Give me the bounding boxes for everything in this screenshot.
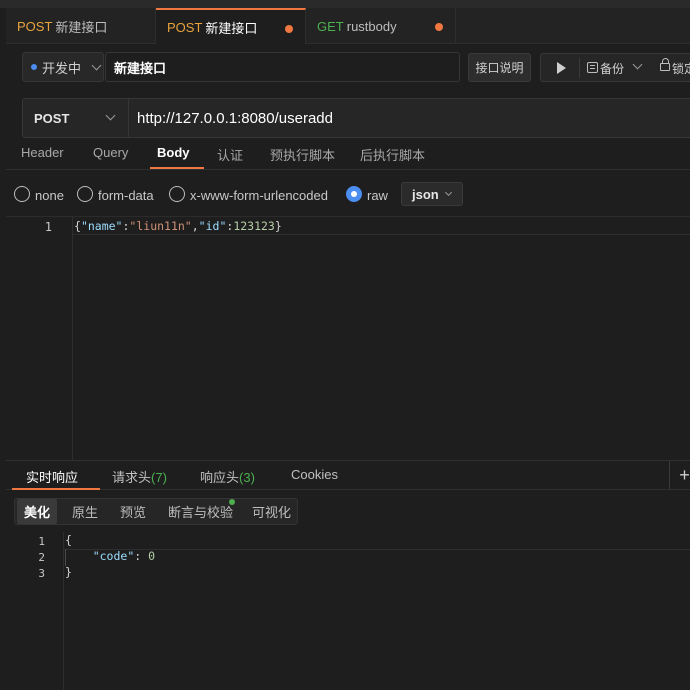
response-tabs: 实时响应 请求头(7) 响应头(3) Cookies + <box>6 460 690 490</box>
line-number: 3 <box>38 567 45 580</box>
code-token: } <box>65 565 72 579</box>
radio-x-www-form-urlencoded[interactable] <box>169 186 185 202</box>
active-tab-indicator <box>12 488 100 490</box>
tab-post-new-api-1[interactable]: POST 新建接口 <box>6 8 156 44</box>
status-label: 开发中 <box>42 60 82 76</box>
code-token: : <box>134 549 149 563</box>
code-line: "code": 0 <box>64 549 690 566</box>
count-badge: (3) <box>239 470 255 485</box>
tab-pre-script[interactable]: 预执行脚本 <box>270 145 335 164</box>
window-top-strip <box>0 0 690 8</box>
tab-beautify[interactable]: 美化 <box>17 499 57 524</box>
tab-post-script[interactable]: 后执行脚本 <box>360 145 425 164</box>
code-token: "liun11n" <box>129 219 192 233</box>
tab-body[interactable]: Body <box>157 145 190 160</box>
line-number-gutter: 1 <box>6 217 73 461</box>
play-icon[interactable] <box>557 62 566 74</box>
request-section-tabs: Header Query Body 认证 预执行脚本 后执行脚本 <box>6 140 690 170</box>
code-token: } <box>274 219 282 233</box>
code-token: "id" <box>198 219 227 233</box>
lock-button[interactable]: 锁定 <box>672 60 690 77</box>
backup-button[interactable]: 备份 <box>600 60 624 77</box>
tab-label: 请求头 <box>112 470 152 485</box>
code-token: , <box>191 219 199 233</box>
add-icon[interactable]: + <box>669 461 690 489</box>
action-button-group: 备份 锁定 <box>540 53 690 82</box>
request-body-editor[interactable]: 1 {"name":"liun11n","id":123123} <box>6 216 690 461</box>
lock-icon[interactable] <box>660 58 670 71</box>
radio-raw[interactable] <box>346 186 362 202</box>
tab-auth[interactable]: 认证 <box>217 145 243 164</box>
url-bar: POST http://127.0.0.1:8080/useradd <box>22 98 690 138</box>
code-line[interactable]: {"name":"liun11n","id":123123} <box>73 217 690 235</box>
body-type-radio-group: none form-data x-www-form-urlencoded raw… <box>14 182 674 208</box>
chevron-down-icon[interactable] <box>632 59 643 70</box>
tab-cookies[interactable]: Cookies <box>291 467 338 482</box>
tab-get-rustbody[interactable]: GET rustbody <box>306 8 456 44</box>
code-token: 123123 <box>233 219 275 233</box>
radio-none[interactable] <box>14 186 30 202</box>
url-input[interactable]: http://127.0.0.1:8080/useradd <box>137 110 333 127</box>
tab-label: 响应头 <box>200 470 240 485</box>
chevron-down-icon <box>91 60 102 70</box>
radio-label: none <box>35 188 64 203</box>
tab-raw[interactable]: 原生 <box>72 499 98 524</box>
code-token: "name" <box>80 219 123 233</box>
chevron-down-icon <box>444 188 452 197</box>
divider <box>579 58 580 78</box>
count-badge: (7) <box>151 470 167 485</box>
code-line: { <box>64 533 690 550</box>
tab-realtime-response[interactable]: 实时响应 <box>26 467 78 486</box>
tab-label: rustbody <box>346 18 397 34</box>
tab-method: POST <box>167 19 203 35</box>
tab-visualize[interactable]: 可视化 <box>252 499 291 524</box>
backup-icon[interactable] <box>587 62 598 73</box>
code-token: { <box>65 533 72 547</box>
tab-label: 新建接口 <box>205 20 258 36</box>
unsaved-dot-icon <box>435 23 443 31</box>
radio-label: form-data <box>98 188 154 203</box>
http-method-select[interactable]: POST <box>23 99 129 137</box>
code-line: } <box>64 565 690 582</box>
api-name-input[interactable] <box>105 52 460 82</box>
status-dot-icon <box>31 64 37 70</box>
tab-query[interactable]: Query <box>93 145 128 160</box>
code-token: { <box>74 219 81 233</box>
code-token: 0 <box>148 549 156 563</box>
line-number: 1 <box>44 220 52 234</box>
response-view-tabs: 美化 原生 预览 断言与校验 可视化 <box>14 498 298 525</box>
tab-method: GET <box>317 18 344 34</box>
api-doc-button[interactable]: 接口说明 <box>468 53 531 82</box>
radio-label: x-www-form-urlencoded <box>190 188 328 203</box>
tab-post-new-api-2[interactable]: POST 新建接口 <box>156 8 306 44</box>
tab-response-headers[interactable]: 响应头(3) <box>200 467 255 486</box>
tab-method: POST <box>17 18 53 34</box>
raw-format-select[interactable]: json <box>401 182 463 206</box>
status-select[interactable]: 开发中 <box>22 52 104 82</box>
request-tab-bar: POST 新建接口 POST 新建接口 GET rustbody <box>6 8 690 44</box>
line-number: 1 <box>38 535 45 548</box>
radio-form-data[interactable] <box>77 186 93 202</box>
tab-preview[interactable]: 预览 <box>120 499 146 524</box>
status-dot-icon <box>229 499 235 505</box>
tab-assertions[interactable]: 断言与校验 <box>168 499 233 524</box>
line-number-gutter: 1 2 3 <box>6 532 64 690</box>
radio-label: raw <box>367 188 388 203</box>
code-token: "code" <box>92 549 135 563</box>
tab-header[interactable]: Header <box>21 145 64 160</box>
response-body-viewer[interactable]: 1 2 3 { "code": 0 } <box>6 532 690 690</box>
line-number: 2 <box>38 551 45 564</box>
tab-request-headers[interactable]: 请求头(7) <box>112 467 167 486</box>
chevron-down-icon <box>105 110 116 121</box>
active-tab-indicator <box>150 167 204 169</box>
tab-label: 新建接口 <box>55 19 108 35</box>
unsaved-dot-icon <box>285 25 293 33</box>
raw-format-label: json <box>412 186 439 202</box>
http-method-label: POST <box>34 110 70 126</box>
